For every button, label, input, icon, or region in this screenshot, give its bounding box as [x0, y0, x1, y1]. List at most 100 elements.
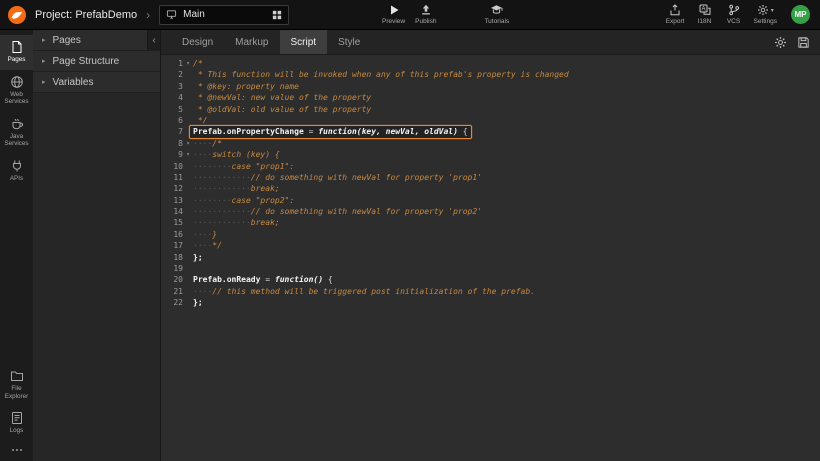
code-text: Prefab.onReady = function() {: [193, 274, 333, 285]
code-line[interactable]: 8▾····/*: [161, 138, 820, 149]
sidebar-item-file-explorer[interactable]: File Explorer: [0, 364, 33, 406]
code-text: ····// this method will be triggered pos…: [193, 286, 535, 297]
line-number: 4: [161, 92, 183, 103]
code-line[interactable]: 12············break;: [161, 183, 820, 194]
globe-icon: [10, 75, 24, 89]
line-number: 22: [161, 297, 183, 308]
more-options-button[interactable]: [0, 441, 33, 461]
icon-rail: Pages Web Services Java: [0, 30, 33, 461]
line-number: 21: [161, 286, 183, 297]
code-text: ····*/: [193, 240, 222, 251]
code-text: /*: [193, 58, 203, 69]
sidebar-item-pages[interactable]: Pages: [0, 35, 33, 70]
page-selector[interactable]: Main: [159, 5, 289, 25]
fold-marker-icon[interactable]: ▾: [183, 149, 193, 160]
export-button[interactable]: Export: [661, 2, 690, 27]
whitespace-dots: ····: [193, 287, 212, 296]
sidebar-item-web-services[interactable]: Web Services: [0, 70, 33, 112]
user-avatar[interactable]: MP: [791, 5, 810, 24]
code-line[interactable]: 4 * @newVal: new value of the property: [161, 92, 820, 103]
tutorials-button[interactable]: Tutorials: [479, 2, 514, 27]
code-line[interactable]: 16····}: [161, 229, 820, 240]
whitespace-dots: ····: [193, 241, 212, 250]
sidebar-item-apis[interactable]: APIs: [0, 154, 33, 189]
code-line[interactable]: 21 ····// this method will be triggered p…: [161, 286, 820, 297]
sidebar-item-java-services[interactable]: Java Services: [0, 112, 33, 154]
editor-tabbar: Design Markup Script Style: [161, 30, 820, 55]
fold-marker-icon[interactable]: ▾: [183, 58, 193, 69]
collapse-panel-icon: ‹: [152, 35, 155, 46]
tab-style[interactable]: Style: [327, 30, 371, 54]
whitespace-dots: ····: [193, 139, 212, 148]
main-body: Pages Web Services Java: [0, 30, 820, 461]
code-line[interactable]: 7Prefab.onPropertyChange = function(key,…: [161, 126, 820, 137]
publish-icon: [420, 4, 432, 16]
code-line[interactable]: 14 ············// do something with newVa…: [161, 206, 820, 217]
code-line[interactable]: 3 * @key: property name: [161, 81, 820, 92]
editor-settings-button[interactable]: [774, 36, 787, 49]
i18n-translate-icon: A: [699, 4, 711, 16]
whitespace-dots: ········: [193, 162, 232, 171]
code-text: * @newVal: new value of the property: [193, 92, 371, 103]
code-line[interactable]: 13········case "prop2":: [161, 195, 820, 206]
tabbar-actions: [774, 30, 820, 54]
code-text: ············// do something with newVal …: [193, 206, 482, 217]
pages-icon: [10, 40, 24, 54]
code-text: };: [193, 297, 203, 308]
vcs-button[interactable]: VCS: [720, 2, 748, 27]
code-line[interactable]: 19: [161, 263, 820, 274]
chevron-right-icon: ▸: [42, 37, 46, 44]
save-button[interactable]: [797, 36, 810, 49]
line-number: 17: [161, 240, 183, 251]
code-line[interactable]: 20Prefab.onReady = function() {: [161, 274, 820, 285]
code-line[interactable]: 5 * @oldVal: old value of the property: [161, 104, 820, 115]
line-number: 19: [161, 263, 183, 274]
code-line[interactable]: 15············break;: [161, 217, 820, 228]
line-number: 11: [161, 172, 183, 183]
plug-icon: [10, 159, 24, 173]
code-line[interactable]: 11············// do something with newVa…: [161, 172, 820, 183]
settings-button[interactable]: ▾ Settings: [749, 2, 783, 27]
left-panel: ▸ Pages ▸ Page Structure ▸ Variables ‹: [33, 30, 161, 461]
panel-section-pages[interactable]: ▸ Pages: [33, 30, 160, 51]
code-line[interactable]: 17 ····*/: [161, 240, 820, 251]
code-line[interactable]: 2 * This function will be invoked when a…: [161, 69, 820, 80]
apps-grid-icon[interactable]: [272, 10, 282, 20]
app-window: Project: PrefabDemo › Main: [0, 0, 820, 461]
line-number: 2: [161, 69, 183, 80]
folder-icon: [10, 369, 24, 383]
i18n-button[interactable]: A I18N: [691, 2, 719, 27]
code-text: ····switch (key) {: [193, 149, 280, 160]
highlighted-statement: Prefab.onPropertyChange = function(key, …: [189, 125, 472, 138]
fold-marker-icon[interactable]: ▾: [183, 138, 193, 149]
line-number: 14: [161, 206, 183, 217]
code-line[interactable]: 10········case "prop1":: [161, 161, 820, 172]
code-text: ········case "prop1":: [193, 161, 294, 172]
tab-design[interactable]: Design: [171, 30, 224, 54]
sidebar-item-logs[interactable]: Logs: [0, 406, 33, 441]
preview-button[interactable]: Preview: [377, 2, 410, 27]
panel-section-variables[interactable]: ▸ Variables: [33, 72, 160, 93]
line-number: 5: [161, 104, 183, 115]
whitespace-dots: ············: [193, 218, 251, 227]
whitespace-dots: ········: [193, 196, 232, 205]
code-text: * @oldVal: old value of the property: [193, 104, 371, 115]
publish-button[interactable]: Publish: [410, 2, 441, 27]
whitespace-dots: ····: [193, 230, 212, 239]
whitespace-dots: ····: [193, 150, 212, 159]
code-line[interactable]: 22};: [161, 297, 820, 308]
tab-markup[interactable]: Markup: [224, 30, 279, 54]
tab-script[interactable]: Script: [280, 30, 328, 54]
code-lines: 1▾/*2 * This function will be invoked wh…: [161, 58, 820, 309]
topbar: Project: PrefabDemo › Main: [0, 0, 820, 30]
code-editor[interactable]: 1▾/*2 * This function will be invoked wh…: [161, 55, 820, 461]
collapse-panel-button[interactable]: ‹: [147, 30, 160, 51]
line-number: 13: [161, 195, 183, 206]
code-line[interactable]: 1▾/*: [161, 58, 820, 69]
line-number: 8: [161, 138, 183, 149]
panel-section-page-structure[interactable]: ▸ Page Structure: [33, 51, 160, 72]
code-line[interactable]: 9▾····switch (key) {: [161, 149, 820, 160]
code-text: ············break;: [193, 217, 280, 228]
wavemaker-logo-icon[interactable]: [7, 5, 27, 25]
code-line[interactable]: 18};: [161, 252, 820, 263]
